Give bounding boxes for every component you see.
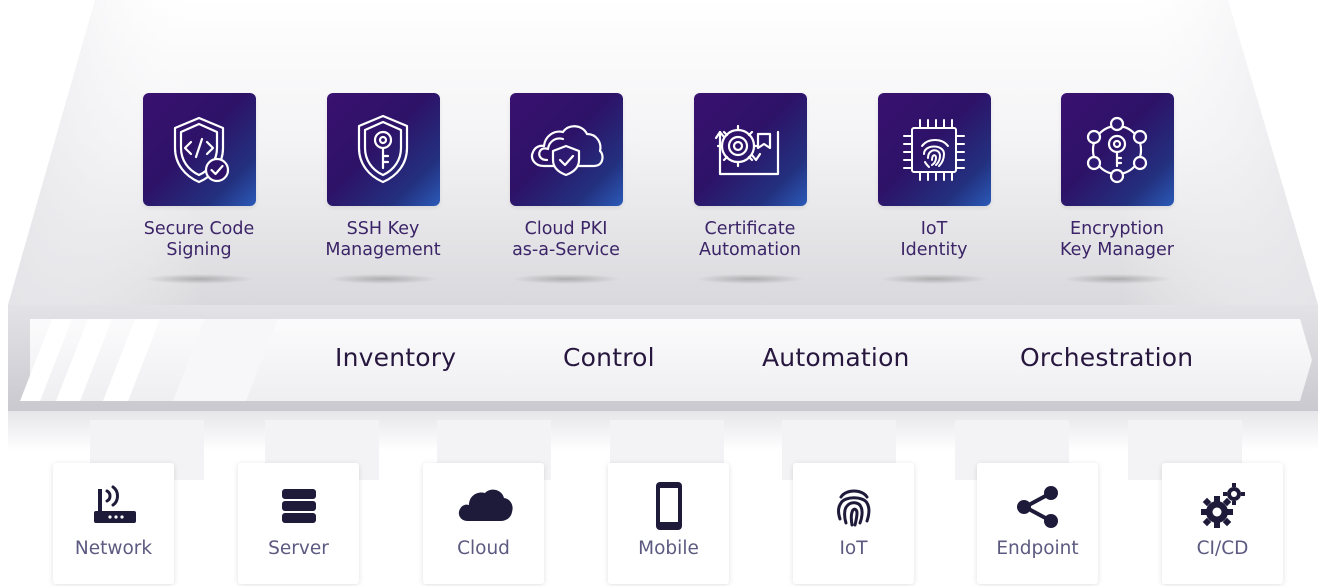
endpoint-network: Network	[53, 463, 174, 584]
band-label-orchestration: Orchestration	[1020, 343, 1194, 372]
server-icon	[281, 489, 316, 523]
endpoint-label: Server	[268, 538, 329, 559]
band-label-inventory: Inventory	[335, 343, 457, 372]
product-cloud-pki: Cloud PKI as-a-Service	[476, 93, 656, 284]
tile-shadow	[511, 274, 621, 284]
product-certificate-automation: Certificate Automation	[660, 93, 840, 284]
mobile-icon	[655, 482, 682, 530]
tile-shadow	[328, 274, 438, 284]
share-nodes-icon	[1016, 486, 1058, 528]
product-tile	[326, 93, 440, 206]
product-label: Secure Code Signing	[143, 219, 255, 260]
tile-shadow	[144, 274, 254, 284]
endpoint-cicd: CI/CD	[1162, 463, 1283, 584]
endpoint-endpoint: Endpoint	[977, 463, 1098, 584]
tile-shadow	[695, 274, 805, 284]
cloud-shield-icon	[530, 124, 604, 176]
endpoint-label: Mobile	[638, 538, 699, 559]
endpoint-iot: IoT	[793, 463, 914, 584]
endpoint-label: IoT	[839, 538, 868, 559]
key-shield-icon	[357, 114, 409, 183]
product-label: Cloud PKI as-a-Service	[512, 219, 620, 260]
tile-shadow	[1062, 274, 1172, 284]
product-label: IoT Identity	[900, 219, 968, 260]
fingerprint-icon	[836, 489, 870, 527]
code-shield-check-icon	[173, 116, 230, 183]
product-tile	[142, 93, 256, 206]
endpoint-label: Endpoint	[996, 538, 1079, 559]
endpoint-label: CI/CD	[1196, 538, 1249, 559]
gears-icon	[1200, 483, 1245, 528]
key-network-icon	[1086, 116, 1148, 183]
gear-certificate-icon	[714, 124, 780, 175]
band-label-automation: Automation	[762, 343, 910, 372]
product-label: Encryption Key Manager	[1060, 219, 1174, 260]
endpoint-label: Cloud	[457, 538, 510, 559]
band-label-control: Control	[563, 343, 655, 372]
cloud-icon	[458, 489, 513, 521]
product-iot-identity: IoT Identity	[844, 93, 1024, 284]
chip-fingerprint-icon	[903, 118, 965, 181]
platform-diagram: Secure Code Signing SSH Key Management C…	[0, 0, 1325, 586]
product-tile	[1060, 93, 1174, 206]
product-label: SSH Key Management	[325, 219, 441, 260]
product-label: Certificate Automation	[699, 219, 801, 260]
product-tile	[509, 93, 623, 206]
product-tile	[693, 93, 807, 206]
endpoint-label: Network	[74, 538, 153, 559]
product-tile	[877, 93, 991, 206]
router-icon	[93, 485, 136, 523]
endpoint-cloud: Cloud	[423, 463, 544, 584]
endpoint-mobile: Mobile	[608, 463, 729, 584]
product-encryption-key-manager: Encryption Key Manager	[1027, 93, 1207, 284]
product-ssh-key-management: SSH Key Management	[293, 93, 473, 284]
product-secure-code-signing: Secure Code Signing	[109, 93, 289, 284]
endpoint-server: Server	[238, 463, 359, 584]
tile-shadow	[879, 274, 989, 284]
